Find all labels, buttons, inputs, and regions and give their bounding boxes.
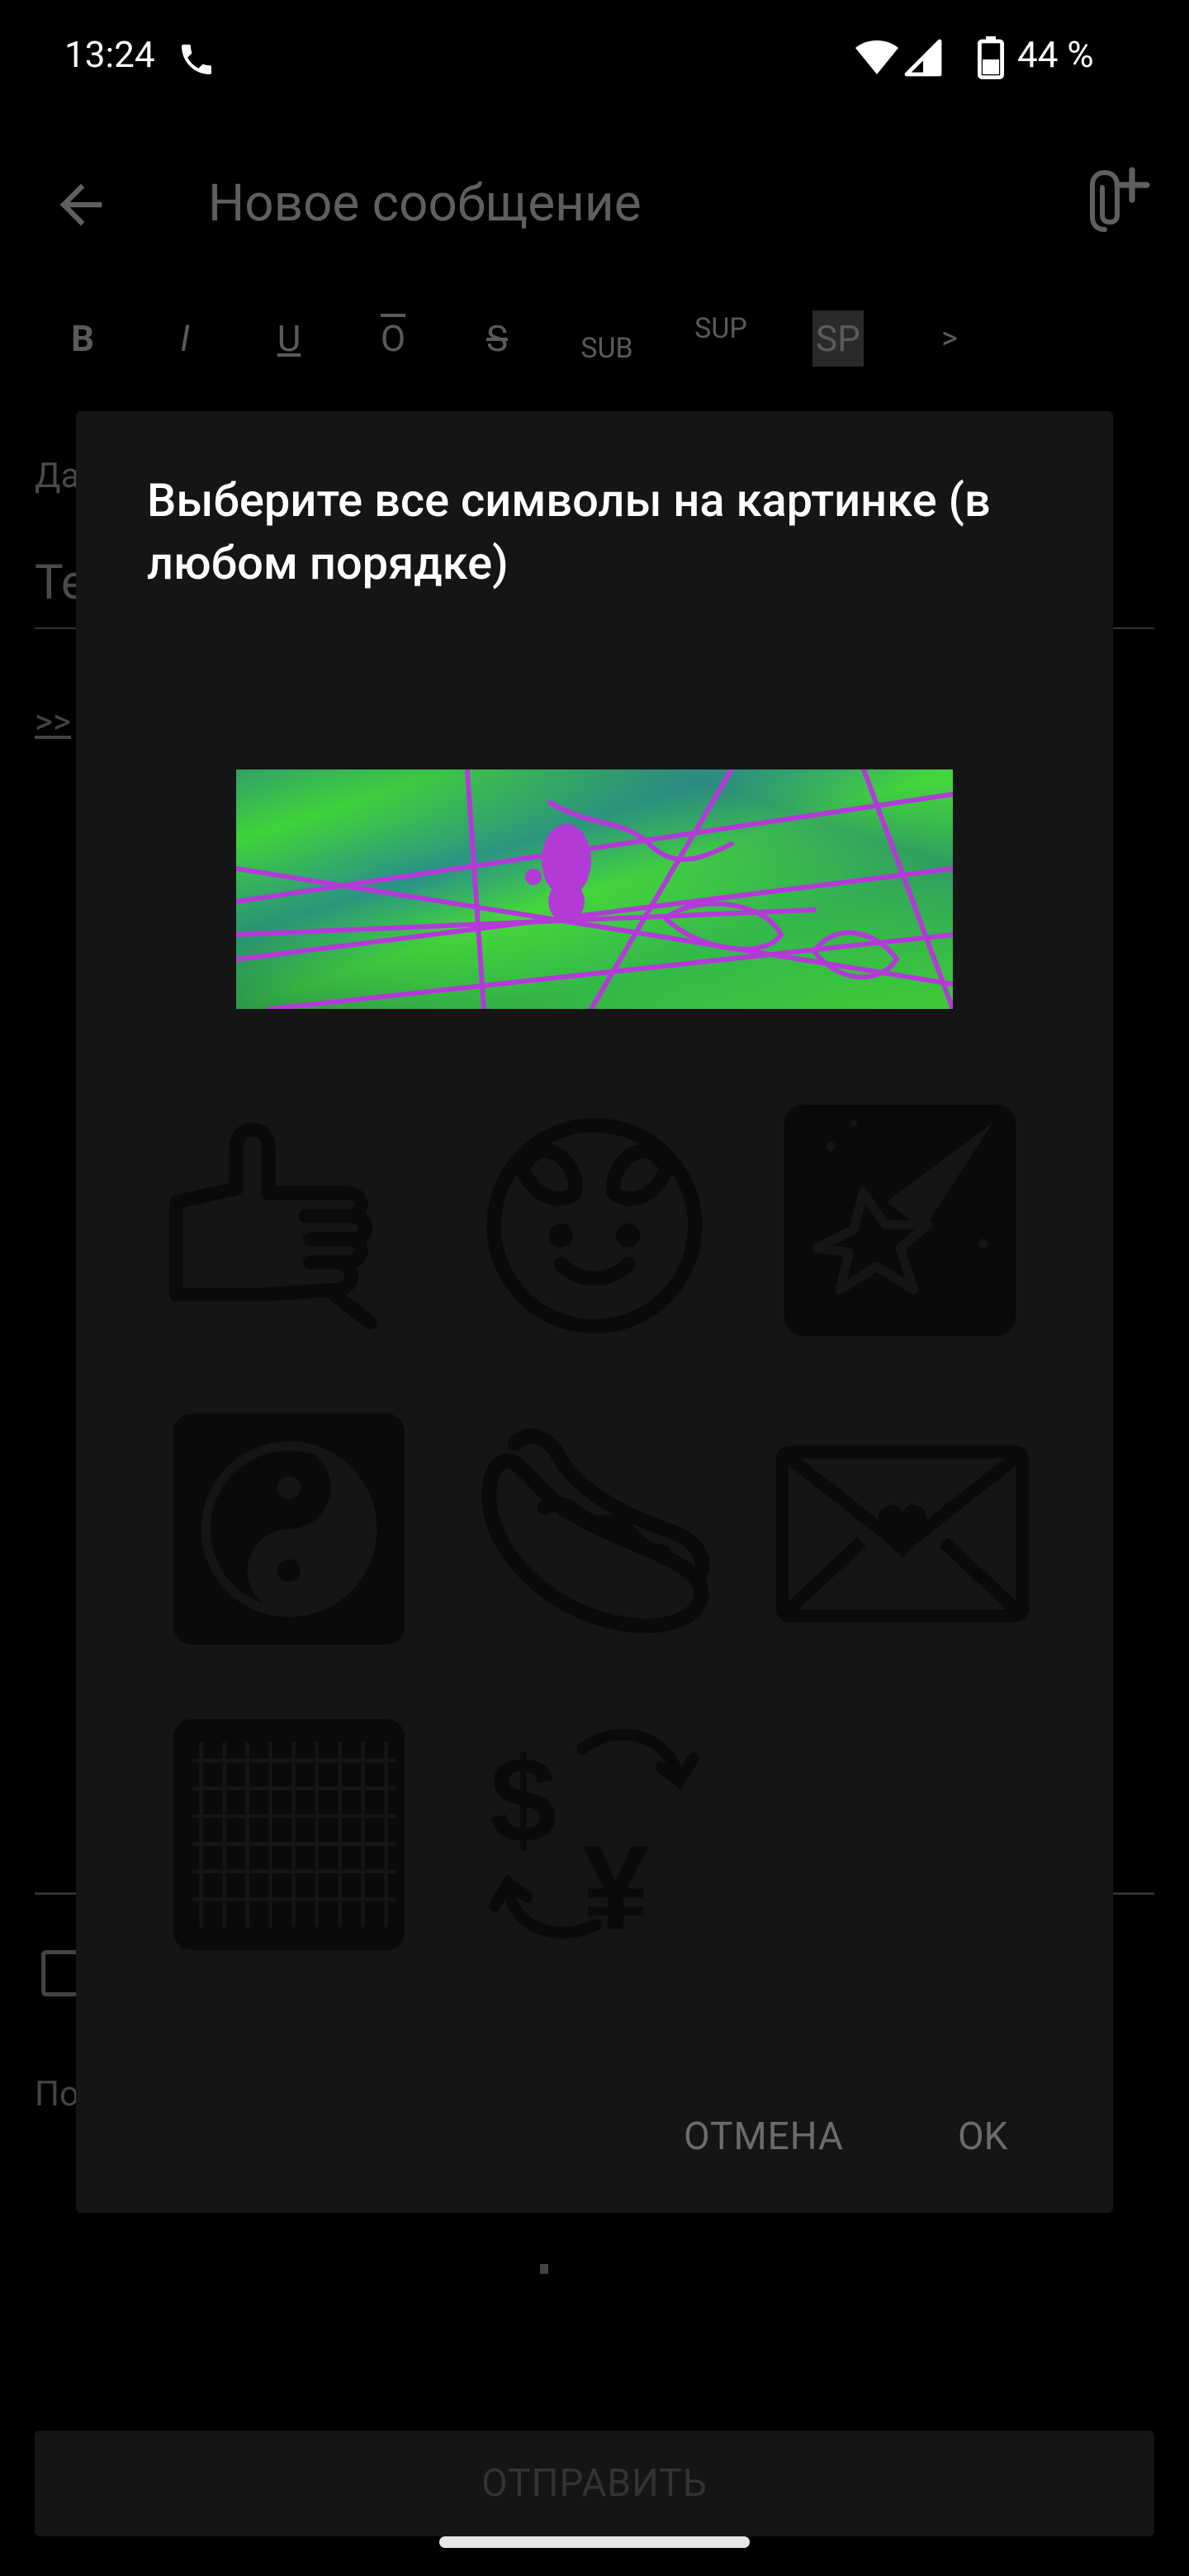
bold-button[interactable]: B bbox=[66, 305, 99, 372]
attach-file-icon[interactable] bbox=[1080, 165, 1154, 243]
battery-icon bbox=[978, 36, 1005, 83]
captcha-dialog: Выберите все символы на картинке (в любо… bbox=[76, 411, 1113, 2213]
shooting-star-icon[interactable] bbox=[784, 1105, 1016, 1339]
format-toolbar: B I U O S SUB SUP SP > bbox=[0, 305, 1189, 372]
subscript-button[interactable]: SUB bbox=[578, 315, 636, 381]
navigation-handle[interactable] bbox=[439, 2536, 750, 2548]
ok-button[interactable]: OK bbox=[958, 2095, 1008, 2178]
status-time: 13:24 bbox=[64, 33, 155, 76]
underline-button[interactable]: U bbox=[272, 305, 306, 372]
knit-pattern-icon[interactable] bbox=[173, 1719, 405, 1953]
more-format-button[interactable]: > bbox=[933, 305, 966, 372]
shaka-hand-icon[interactable] bbox=[167, 1096, 398, 1339]
app-bar: Новое сообщение bbox=[0, 140, 1189, 264]
svg-text:$: $ bbox=[490, 1732, 557, 1867]
footer-text: По bbox=[35, 2074, 79, 2114]
send-button[interactable]: ОТПРАВИТЬ bbox=[35, 2431, 1154, 2536]
superscript-button[interactable]: SUP bbox=[692, 296, 750, 362]
strikethrough-button[interactable]: S bbox=[481, 305, 514, 372]
wifi-icon bbox=[854, 38, 900, 81]
symbol-grid: $ ¥ bbox=[76, 411, 1113, 2213]
status-bar: 13:24 44 % bbox=[0, 0, 1189, 124]
overline-button[interactable]: O bbox=[377, 305, 410, 372]
smiley-with-hands-icon[interactable] bbox=[471, 1096, 718, 1339]
currency-exchange-icon[interactable]: $ ¥ bbox=[481, 1712, 712, 1955]
hot-dog-icon[interactable] bbox=[471, 1418, 718, 1645]
dialog-actions: ОТМЕНА OK bbox=[76, 2095, 1113, 2178]
quote-link[interactable]: >> bbox=[35, 702, 71, 742]
page-title: Новое сообщение bbox=[208, 173, 642, 234]
battery-percentage: 44 % bbox=[1017, 33, 1094, 76]
heart-envelope-icon[interactable] bbox=[775, 1443, 1030, 1628]
yin-yang-icon[interactable] bbox=[173, 1413, 405, 1648]
checkbox[interactable] bbox=[41, 1950, 81, 1996]
page-dot bbox=[540, 2264, 548, 2274]
back-arrow-icon[interactable] bbox=[50, 173, 112, 239]
field-label: Да bbox=[35, 456, 80, 496]
italic-button[interactable]: I bbox=[168, 305, 201, 372]
cancel-button[interactable]: ОТМЕНА bbox=[684, 2095, 844, 2178]
phone-call-icon bbox=[177, 40, 216, 83]
spoiler-button[interactable]: SP bbox=[812, 310, 864, 367]
signal-icon bbox=[903, 38, 943, 81]
